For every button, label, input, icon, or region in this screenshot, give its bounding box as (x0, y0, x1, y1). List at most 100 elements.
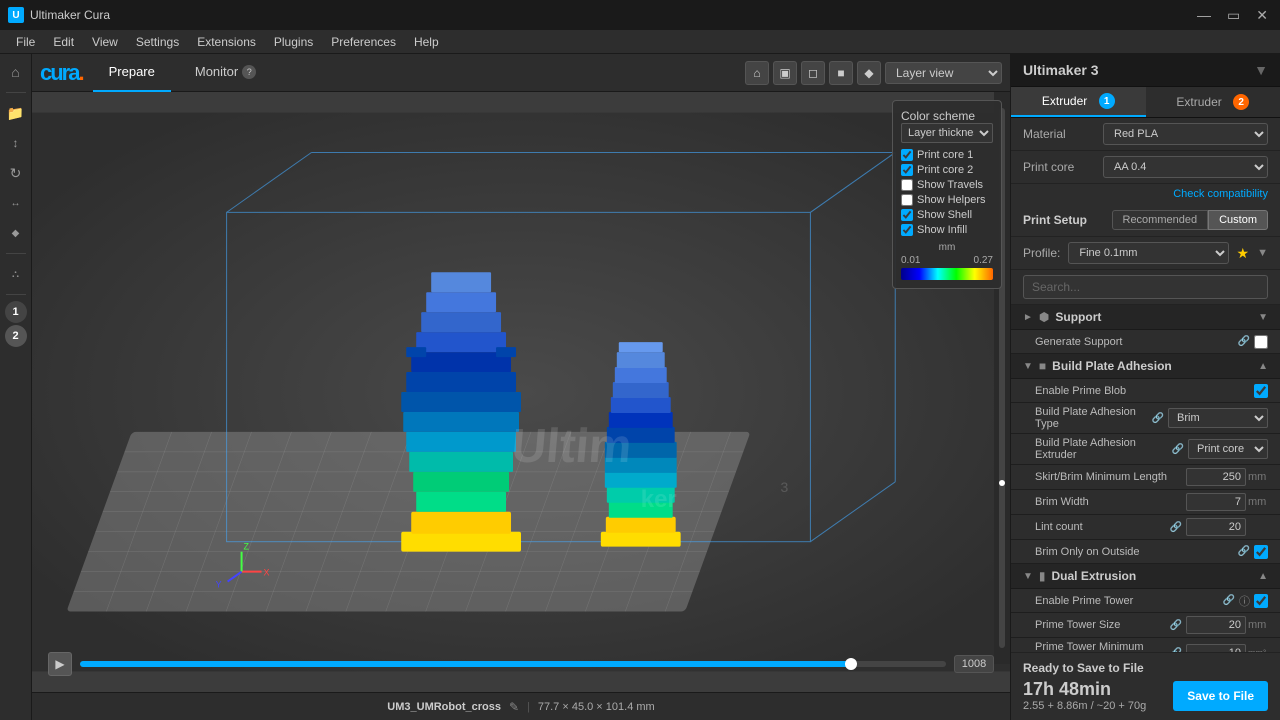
status-separator: | (527, 701, 530, 713)
viewport-3d[interactable]: Ultim ker 3 X Z Y Color scheme Layer thi… (32, 92, 1010, 692)
adhesion-type-link-icon[interactable]: 🔗 (1152, 413, 1164, 424)
tab-prepare[interactable]: Prepare (93, 54, 171, 92)
logo-dot: . (78, 60, 84, 86)
playback-controls: ▶ 1008 (48, 652, 994, 676)
color-panel-title: Color scheme (901, 109, 993, 123)
color-scheme-select[interactable]: Layer thickness (901, 123, 993, 143)
svg-text:Ultim: Ultim (509, 420, 633, 473)
edit-filename-btn[interactable]: ✎ (509, 700, 519, 714)
section-dual-extrusion-title: Dual Extrusion (1052, 569, 1259, 583)
menu-settings[interactable]: Settings (128, 33, 187, 51)
material-label: Material (1023, 127, 1103, 141)
extruder-2-btn[interactable]: 2 (5, 325, 27, 347)
search-input[interactable] (1023, 275, 1268, 299)
checkbox-show-shell[interactable]: Show Shell (901, 209, 993, 221)
mode-custom-btn[interactable]: Custom (1208, 210, 1268, 230)
checkbox-show-infill[interactable]: Show Infill (901, 224, 993, 236)
section-support-title: Support (1055, 310, 1258, 324)
timeline-thumb[interactable] (845, 658, 857, 670)
brim-line-count-input[interactable] (1186, 518, 1246, 536)
brim-outside-checkbox[interactable] (1254, 545, 1268, 559)
adhesion-extruder-link-icon[interactable]: 🔗 (1172, 444, 1184, 455)
material-select[interactable]: Red PLA (1103, 123, 1268, 145)
save-to-file-btn[interactable]: Save to File (1173, 681, 1268, 711)
maximize-btn[interactable]: ▭ (1223, 7, 1244, 24)
timeline-track[interactable] (80, 661, 946, 667)
brim-outside-link-icon[interactable]: 🔗 (1238, 546, 1250, 557)
menu-preferences[interactable]: Preferences (323, 33, 404, 51)
menu-view[interactable]: View (84, 33, 126, 51)
section-dual-extrusion[interactable]: ▼ ▮ Dual Extrusion ▲ (1011, 564, 1280, 589)
timeline-fill (80, 661, 851, 667)
param-prime-tower-size: Prime Tower Size 🔗 mm (1011, 613, 1280, 638)
tool-per-model[interactable]: ⛬ (2, 260, 30, 288)
menu-plugins[interactable]: Plugins (266, 33, 321, 51)
view-front-btn[interactable]: ■ (829, 61, 853, 85)
titlebar-left: U Ultimaker Cura (8, 7, 110, 23)
generate-support-link-icon[interactable]: 🔗 (1238, 336, 1250, 347)
section-build-plate[interactable]: ▼ ■ Build Plate Adhesion ▲ (1011, 354, 1280, 379)
layer-slider-handle[interactable] (999, 480, 1005, 486)
check-compat-link[interactable]: Check compatibility (1011, 184, 1280, 204)
prime-tower-checkbox[interactable] (1254, 594, 1268, 608)
enable-prime-blob-checkbox[interactable] (1254, 384, 1268, 398)
extruder-1-btn[interactable]: 1 (5, 301, 27, 323)
layer-number-display[interactable]: 1008 (954, 655, 994, 673)
skirt-brim-min-input[interactable] (1186, 468, 1246, 486)
print-core-row: Print core AA 0.4 (1011, 151, 1280, 184)
color-panel: Color scheme Layer thickness Print core … (892, 100, 1002, 289)
print-core-select[interactable]: AA 0.4 (1103, 156, 1268, 178)
close-btn[interactable]: ✕ (1252, 7, 1272, 24)
menu-file[interactable]: File (8, 33, 43, 51)
app-title: Ultimaker Cura (30, 8, 110, 22)
extruder-2-tab[interactable]: Extruder 2 (1146, 87, 1280, 117)
view-mode-select[interactable]: Layer view Solid view X-ray view Wirefra… (885, 62, 1002, 84)
tool-rotate[interactable]: ↻ (2, 159, 30, 187)
svg-text:ker: ker (641, 486, 677, 513)
mode-recommended-btn[interactable]: Recommended (1112, 210, 1209, 230)
view-top-btn[interactable]: ◻ (801, 61, 825, 85)
prime-tower-size-input[interactable] (1186, 616, 1246, 634)
adhesion-extruder-select[interactable]: Print core 1 ▲ (1188, 439, 1268, 459)
checkbox-print-core-2[interactable]: Print core 2 (901, 164, 993, 176)
play-button[interactable]: ▶ (48, 652, 72, 676)
profile-menu-icon[interactable]: ▼ (1257, 247, 1268, 259)
tool-scale[interactable]: ↕ (2, 129, 30, 157)
brim-width-input[interactable] (1186, 493, 1246, 511)
section-support[interactable]: ► ⬢ Support ▼ (1011, 305, 1280, 330)
menu-extensions[interactable]: Extensions (189, 33, 264, 51)
tab-monitor[interactable]: Monitor ? (179, 54, 272, 92)
build-plate-icon: ■ (1039, 359, 1046, 373)
extruder-tabs: Extruder 1 Extruder 2 (1011, 87, 1280, 118)
prime-tower-link-icon[interactable]: 🔗 (1223, 595, 1235, 606)
menu-help[interactable]: Help (406, 33, 447, 51)
titlebar-controls[interactable]: — ▭ ✕ (1193, 7, 1272, 24)
prime-tower-size-link-icon[interactable]: 🔗 (1170, 620, 1182, 631)
toolbar-divider-3 (6, 294, 26, 295)
checkbox-print-core-1[interactable]: Print core 1 (901, 149, 993, 161)
minimize-btn[interactable]: — (1193, 7, 1215, 24)
profile-star-icon: ★ (1237, 245, 1250, 262)
tool-support[interactable]: ◆ (2, 219, 30, 247)
tool-home[interactable]: ⌂ (2, 58, 30, 86)
panel-collapse-btn[interactable]: ▼ (1254, 62, 1268, 78)
view-fit-btn[interactable]: ▣ (773, 61, 797, 85)
checkbox-show-travels[interactable]: Show Travels (901, 179, 993, 191)
view-home-btn[interactable]: ⌂ (745, 61, 769, 85)
view-right-btn[interactable]: ◆ (857, 61, 881, 85)
checkbox-show-helpers[interactable]: Show Helpers (901, 194, 993, 206)
profile-select[interactable]: Fine 0.1mm Normal 0.15mm Fast 0.2mm (1068, 242, 1228, 264)
brim-line-count-link-icon[interactable]: 🔗 (1170, 522, 1182, 533)
tool-open[interactable]: 📁 (2, 99, 30, 127)
profile-row: Profile: Fine 0.1mm Normal 0.15mm Fast 0… (1011, 237, 1280, 270)
adhesion-type-select[interactable]: BrimSkirtRaftNone (1168, 408, 1268, 428)
param-enable-prime-blob: Enable Prime Blob (1011, 379, 1280, 403)
titlebar: U Ultimaker Cura — ▭ ✕ (0, 0, 1280, 30)
section-build-plate-title: Build Plate Adhesion (1052, 359, 1258, 373)
prime-tower-min-vol-input[interactable] (1186, 644, 1246, 652)
tool-mirror[interactable]: ↔ (2, 189, 30, 217)
generate-support-checkbox[interactable] (1254, 335, 1268, 349)
extruder-1-tab[interactable]: Extruder 1 (1011, 87, 1146, 117)
menu-edit[interactable]: Edit (45, 33, 82, 51)
prime-tower-info-icon[interactable]: ⓘ (1239, 593, 1250, 609)
